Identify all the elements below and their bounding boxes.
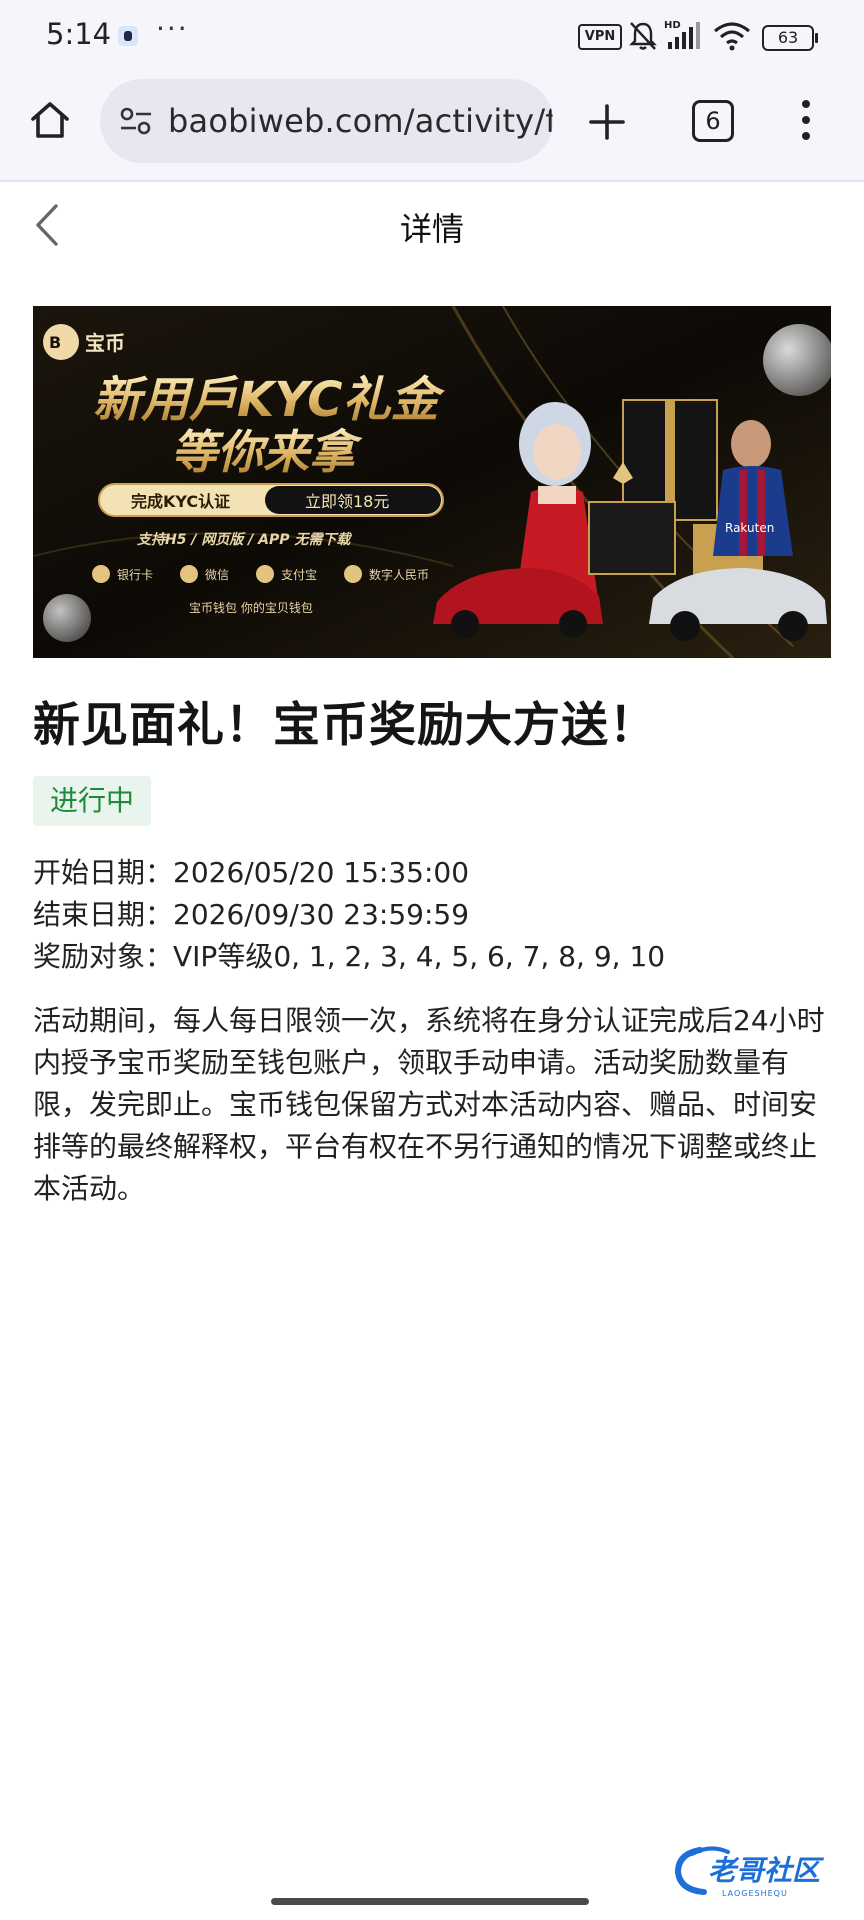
svg-text:B: B xyxy=(49,333,61,352)
start-date-row: 开始日期：2026/05/20 15:35:00 xyxy=(33,852,833,894)
page-title: 详情 xyxy=(399,210,464,248)
svg-text:HD: HD xyxy=(664,20,681,31)
browser-toolbar: baobiweb.com/activity/f2 6 xyxy=(0,74,864,182)
payment-method-digital-rmb: 数字人民币 xyxy=(369,567,429,582)
vpn-icon: VPN xyxy=(578,24,622,50)
more-icon: ··· xyxy=(156,12,189,45)
end-date-value: 2026/09/30 23:59:59 xyxy=(173,898,470,931)
banner-cta-right: 立即领18元 xyxy=(305,492,389,511)
signal-icon: HD xyxy=(664,20,700,49)
reward-target-value: VIP等级0, 1, 2, 3, 4, 5, 6, 7, 8, 9, 10 xyxy=(173,940,666,973)
watermark-text: 老哥社区 xyxy=(708,1854,825,1887)
address-bar[interactable]: baobiweb.com/activity/f2 xyxy=(100,79,553,163)
mute-icon xyxy=(629,22,657,50)
promo-banner[interactable]: B 宝币 新用戶KYC礼金 等你来拿 完成KYC认证 立即领18元 支持H5 /… xyxy=(33,306,831,658)
site-settings-icon[interactable] xyxy=(118,105,154,137)
banner-slogan: 宝币钱包 你的宝贝钱包 xyxy=(189,600,313,615)
bank-card-icon xyxy=(92,565,110,583)
home-indicator[interactable] xyxy=(271,1898,589,1905)
payment-method-wechat: 微信 xyxy=(205,568,229,582)
banner-payment-methods: 银行卡 微信 支付宝 数字人民币 xyxy=(92,565,429,583)
url-text[interactable]: baobiweb.com/activity/f2 xyxy=(168,102,553,140)
banner-headline-2: 等你来拿 xyxy=(171,425,363,479)
status-badge: 进行中 xyxy=(33,776,152,826)
menu-icon[interactable] xyxy=(800,98,812,142)
home-icon[interactable] xyxy=(28,98,72,142)
digital-rmb-icon xyxy=(344,565,362,583)
banner-logo-text: 宝币 xyxy=(85,331,125,355)
watermark-logo: 老哥社区 LAOGESHEQU xyxy=(674,1846,825,1898)
payment-method-bank: 银行卡 xyxy=(117,568,153,582)
jersey-text: Rakuten xyxy=(725,521,774,535)
end-date-label: 结束日期： xyxy=(33,898,174,931)
tab-switcher-icon[interactable]: 6 xyxy=(692,100,734,142)
start-date-value: 2026/05/20 15:35:00 xyxy=(173,856,470,889)
banner-art: B 宝币 新用戶KYC礼金 等你来拿 完成KYC认证 立即领18元 支持H5 /… xyxy=(33,306,831,658)
status-time: 5:14 xyxy=(46,17,112,51)
start-date-label: 开始日期： xyxy=(33,856,174,889)
end-date-row: 结束日期：2026/09/30 23:59:59 xyxy=(33,894,833,936)
wechat-icon xyxy=(180,565,198,583)
activity-meta: 开始日期：2026/05/20 15:35:00 结束日期：2026/09/30… xyxy=(33,852,833,978)
status-bar: 5:14 ··· VPN HD 63 xyxy=(0,0,864,74)
battery-icon: 63 xyxy=(762,25,818,51)
wifi-icon xyxy=(713,22,751,51)
reward-target-row: 奖励对象：VIP等级0, 1, 2, 3, 4, 5, 6, 7, 8, 9, … xyxy=(33,936,833,978)
battery-level: 63 xyxy=(777,28,799,47)
new-tab-icon[interactable] xyxy=(585,100,629,144)
reward-target-label: 奖励对象： xyxy=(33,940,174,973)
watermark-subtext: LAOGESHEQU xyxy=(722,1889,788,1898)
banner-cta-left: 完成KYC认证 xyxy=(131,492,230,511)
decor-sphere-left xyxy=(43,594,91,642)
banner-support-text: 支持H5 / 网页版 / APP 无需下载 xyxy=(136,531,352,548)
payment-method-alipay: 支付宝 xyxy=(281,568,317,582)
activity-title: 新见面礼！宝币奖励大方送！ xyxy=(33,698,657,753)
page-header: 详情 xyxy=(0,182,864,268)
app-notification-icon xyxy=(118,26,138,46)
alipay-icon xyxy=(256,565,274,583)
banner-headline-1: 新用戶KYC礼金 xyxy=(93,372,445,428)
activity-description: 活动期间，每人每日限领一次，系统将在身分认证完成后24小时内授予宝币奖励至钱包账… xyxy=(33,1004,825,1205)
